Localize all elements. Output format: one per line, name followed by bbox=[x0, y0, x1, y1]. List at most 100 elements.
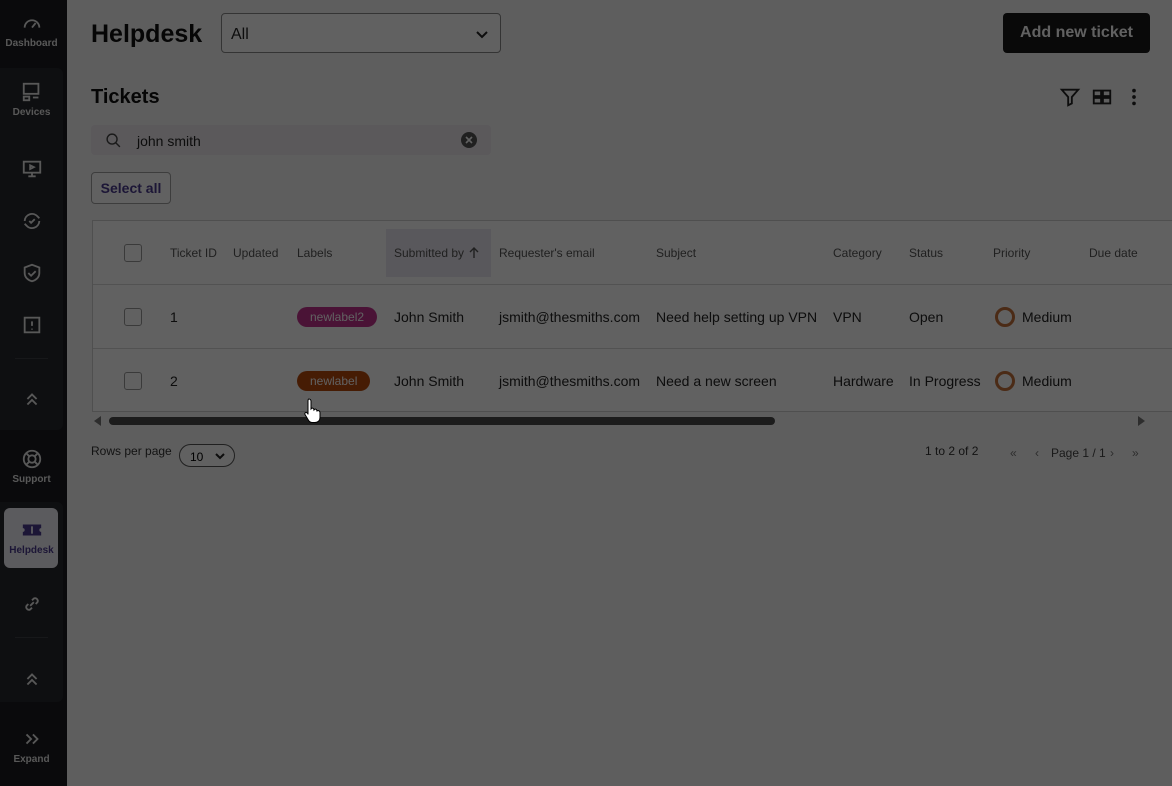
sidebar-item-label: Devices bbox=[12, 107, 51, 118]
row-checkbox[interactable] bbox=[124, 285, 142, 348]
first-page-icon[interactable]: « bbox=[1010, 446, 1017, 460]
scroll-right-icon[interactable] bbox=[1137, 416, 1145, 426]
cell-subject: Need help setting up VPN bbox=[656, 308, 818, 325]
col-category[interactable]: Category bbox=[833, 221, 882, 284]
last-page-icon[interactable]: » bbox=[1132, 446, 1139, 460]
search-query: john smith bbox=[137, 133, 201, 149]
sidebar-collapse-support[interactable] bbox=[0, 668, 63, 690]
devices-icon bbox=[22, 82, 39, 102]
hand-cursor-icon bbox=[304, 398, 321, 423]
tickets-table: Ticket ID Updated Labels Submitted by Re… bbox=[92, 220, 1172, 412]
cell-ticket-id: 2 bbox=[170, 372, 178, 389]
alert-icon bbox=[23, 316, 40, 334]
col-ticket-id[interactable]: Ticket ID bbox=[170, 221, 217, 284]
search-icon bbox=[106, 133, 121, 148]
cell-email: jsmith@thesmiths.com bbox=[499, 308, 641, 325]
cell-status: Open bbox=[909, 308, 944, 325]
shield-check-icon bbox=[23, 263, 40, 283]
chevrons-up-icon bbox=[26, 393, 37, 406]
sidebar-divider bbox=[15, 358, 48, 359]
sidebar-item-label: Dashboard bbox=[5, 38, 58, 49]
grid-view-icon[interactable] bbox=[1090, 86, 1114, 108]
select-all-checkbox[interactable] bbox=[124, 221, 142, 284]
col-status[interactable]: Status bbox=[909, 221, 943, 284]
chevron-down-icon bbox=[476, 31, 488, 39]
rows-per-page-select[interactable]: 10 bbox=[179, 444, 235, 467]
arrow-up-icon bbox=[469, 246, 479, 258]
col-updated[interactable]: Updated bbox=[233, 221, 278, 284]
sidebar-devices-group bbox=[0, 68, 63, 430]
label-badge: newlabel bbox=[297, 370, 371, 391]
sidebar-divider bbox=[15, 637, 48, 638]
sidebar-item-dashboard[interactable]: Dashboard bbox=[0, 12, 63, 49]
cell-category: Hardware bbox=[833, 372, 894, 389]
monitor-play-icon bbox=[22, 160, 41, 178]
sidebar-item-support[interactable]: Support bbox=[0, 448, 63, 485]
cell-priority: Medium bbox=[995, 285, 1072, 348]
row-checkbox[interactable] bbox=[124, 349, 142, 412]
sidebar-item-monitor[interactable] bbox=[0, 158, 63, 180]
refresh-icon bbox=[23, 213, 40, 229]
priority-label: Medium bbox=[1022, 308, 1072, 325]
sidebar-item-label: Support bbox=[12, 474, 51, 485]
clear-search-icon[interactable] bbox=[461, 132, 477, 148]
sidebar-item-helpdesk[interactable]: Helpdesk bbox=[0, 519, 63, 556]
ticket-search-input[interactable]: john smith bbox=[91, 125, 491, 155]
link-icon bbox=[24, 597, 39, 611]
label-badge: newlabel2 bbox=[297, 306, 378, 327]
tickets-heading: Tickets bbox=[91, 86, 160, 108]
chevrons-right-icon bbox=[25, 733, 39, 745]
col-labels[interactable]: Labels bbox=[297, 221, 332, 284]
cell-submitted-by: John Smith bbox=[394, 372, 465, 389]
dropdown-value: All bbox=[231, 26, 249, 43]
speedometer-icon bbox=[23, 19, 40, 29]
sidebar-collapse-devices[interactable] bbox=[0, 388, 63, 410]
col-priority[interactable]: Priority bbox=[993, 221, 1030, 284]
sidebar-item-updates[interactable] bbox=[0, 210, 63, 232]
sidebar-item-label: Expand bbox=[13, 754, 50, 765]
table-header-row: Ticket ID Updated Labels Submitted by Re… bbox=[93, 221, 1172, 285]
horizontal-scrollbar[interactable] bbox=[92, 413, 1172, 429]
chevrons-up-icon bbox=[26, 673, 37, 686]
scrollbar-thumb[interactable] bbox=[109, 417, 775, 425]
table-row[interactable]: 1 newlabel2 John Smith jsmith@thesmiths.… bbox=[93, 285, 1172, 349]
cell-label: newlabel2 bbox=[297, 285, 378, 348]
col-submitted-by-label: Submitted by bbox=[394, 245, 465, 260]
cell-email: jsmith@thesmiths.com bbox=[499, 372, 641, 389]
sidebar: Dashboard Devices Support Helpdesk Expan… bbox=[0, 0, 67, 786]
cell-category: VPN bbox=[833, 308, 862, 325]
prev-page-icon[interactable]: ‹ bbox=[1035, 446, 1039, 460]
select-all-button[interactable]: Select all bbox=[91, 172, 171, 204]
col-requester-email[interactable]: Requester's email bbox=[499, 221, 595, 284]
page-indicator: Page 1 / 1 bbox=[1051, 446, 1106, 460]
table-row[interactable]: 2 newlabel John Smith jsmith@thesmiths.c… bbox=[93, 349, 1172, 413]
helpdesk-filter-dropdown[interactable]: All bbox=[221, 13, 501, 53]
ticket-icon bbox=[22, 524, 41, 536]
cell-subject: Need a new screen bbox=[656, 372, 777, 389]
rows-per-page-label: Rows per page bbox=[91, 444, 172, 458]
page-title: Helpdesk bbox=[91, 20, 203, 48]
cell-ticket-id: 1 bbox=[170, 308, 178, 325]
lifebuoy-icon bbox=[22, 449, 41, 469]
priority-medium-icon bbox=[995, 370, 1015, 391]
pagination-range: 1 to 2 of 2 bbox=[925, 444, 979, 458]
sidebar-item-links[interactable] bbox=[0, 593, 63, 615]
sidebar-item-devices[interactable]: Devices bbox=[0, 81, 63, 118]
sidebar-item-alerts[interactable] bbox=[0, 314, 63, 336]
sidebar-item-label: Helpdesk bbox=[9, 545, 54, 556]
cell-status: In Progress bbox=[909, 372, 981, 389]
filter-icon[interactable] bbox=[1059, 86, 1081, 108]
sidebar-expand-button[interactable]: Expand bbox=[0, 728, 63, 765]
scroll-left-icon[interactable] bbox=[94, 416, 102, 426]
col-subject[interactable]: Subject bbox=[656, 221, 696, 284]
add-new-ticket-button[interactable]: Add new ticket bbox=[1003, 13, 1150, 53]
priority-label: Medium bbox=[1022, 372, 1072, 389]
col-submitted-by[interactable]: Submitted by bbox=[394, 221, 479, 284]
sidebar-item-security[interactable] bbox=[0, 262, 63, 284]
col-due-date[interactable]: Due date bbox=[1089, 221, 1138, 284]
main-content: Helpdesk All Add new ticket Tickets john… bbox=[67, 0, 1172, 786]
more-vertical-icon[interactable] bbox=[1123, 86, 1145, 108]
rows-per-page-value: 10 bbox=[190, 450, 204, 464]
next-page-icon[interactable]: › bbox=[1110, 446, 1114, 460]
cell-submitted-by: John Smith bbox=[394, 308, 465, 325]
